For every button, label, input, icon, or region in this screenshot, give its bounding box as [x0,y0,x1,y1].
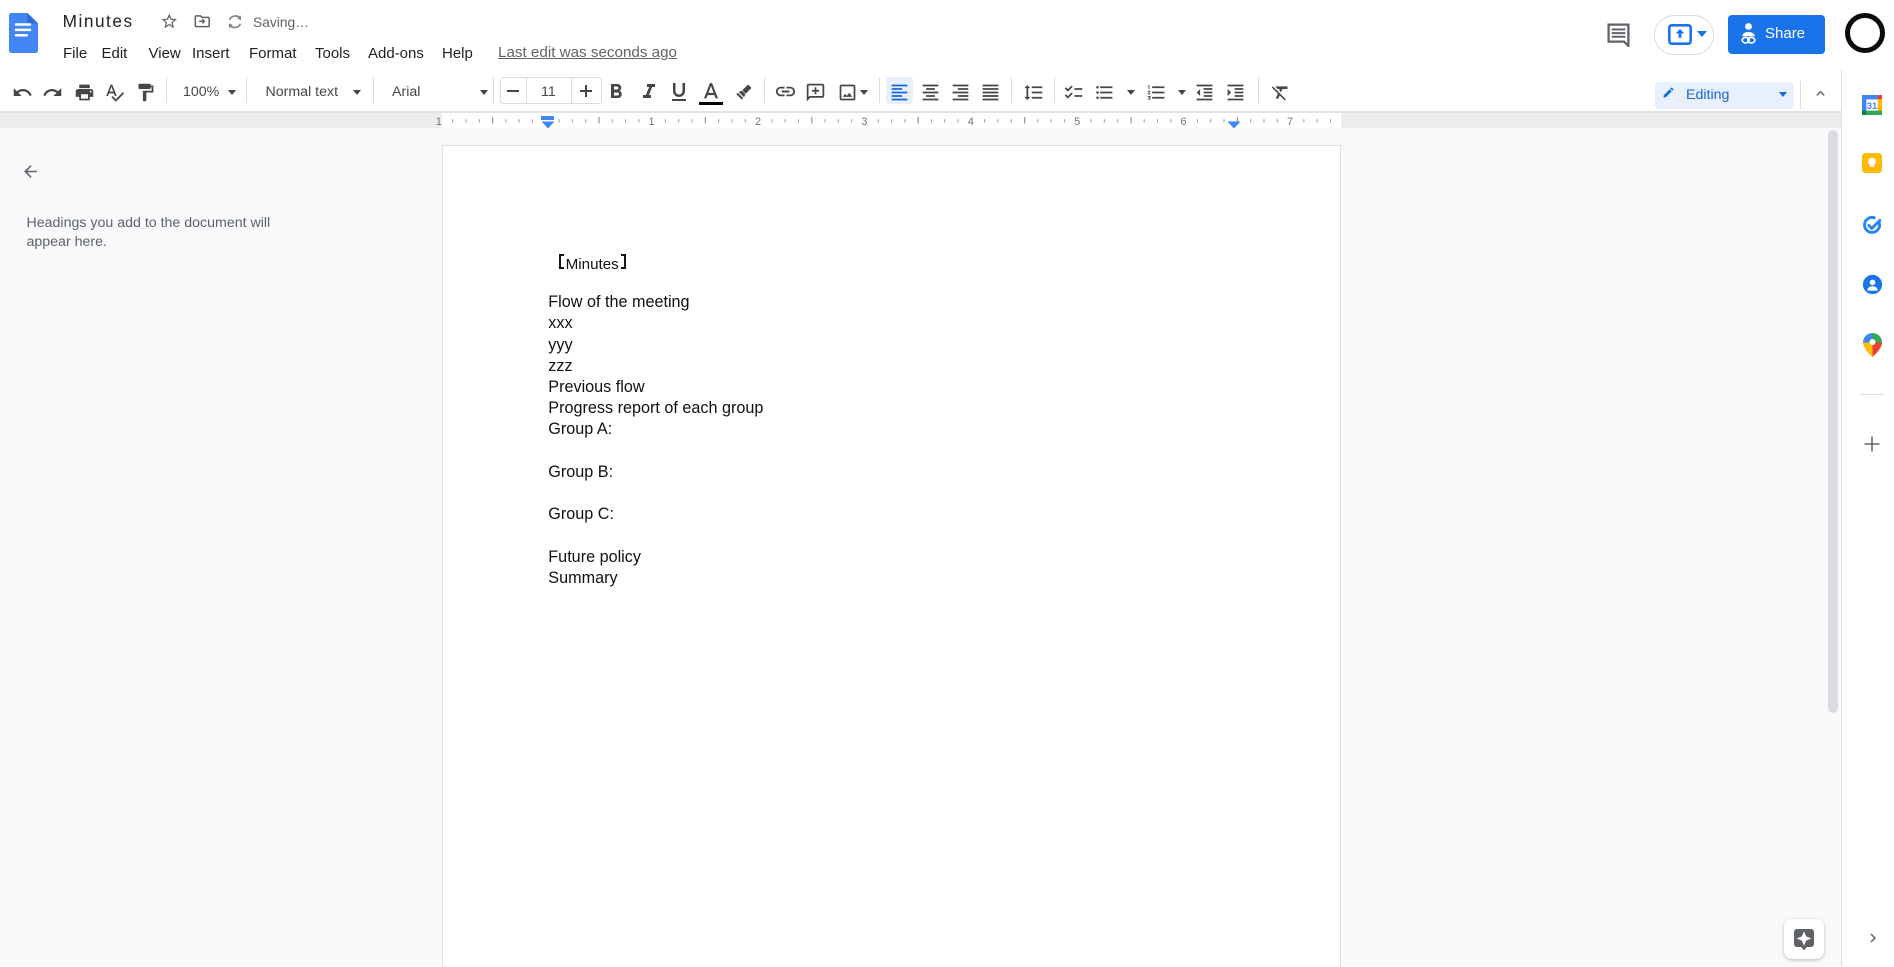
svg-text:31: 31 [1867,99,1877,110]
svg-text:4: 4 [968,116,974,128]
svg-text:7: 7 [1287,116,1293,128]
svg-text:1: 1 [649,116,655,128]
svg-text:3: 3 [861,116,867,128]
svg-text:2: 2 [755,116,761,128]
svg-text:5: 5 [1074,116,1080,128]
svg-text:6: 6 [1181,116,1187,128]
svg-text:1: 1 [436,116,442,128]
